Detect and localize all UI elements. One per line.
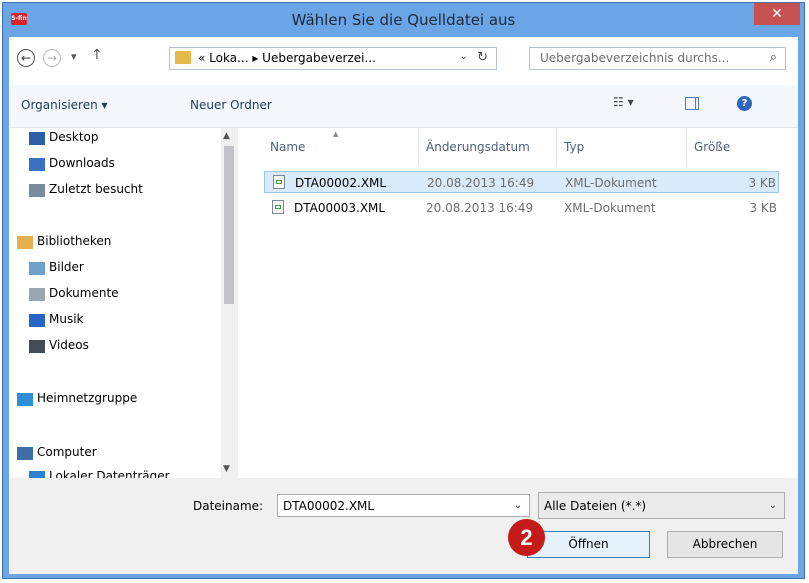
dialog-body: ← → ▾ ↑ « Loka... ▸ Uebergabeverzei... ⌄… — [9, 37, 798, 574]
column-header-type[interactable]: Typ — [564, 140, 584, 154]
sidebar-item-label[interactable]: Bibliotheken — [37, 234, 111, 248]
file-date: 20.08.2013 16:49 — [427, 176, 535, 190]
new-folder-button[interactable]: Neuer Ordner — [190, 98, 272, 112]
file-name: DTA00002.XML — [295, 176, 387, 190]
recent-locations-dropdown[interactable]: ▾ — [71, 50, 77, 63]
column-separator[interactable] — [556, 128, 557, 166]
back-button[interactable]: ← — [17, 49, 35, 67]
file-name: DTA00003.XML — [294, 201, 386, 215]
libraries-icon — [17, 236, 33, 249]
step-number-badge: 2 — [508, 519, 545, 556]
file-type: XML-Dokument — [564, 201, 656, 215]
address-path: « Loka... ▸ Uebergabeverzei... — [198, 51, 376, 65]
videos-icon — [29, 340, 45, 353]
file-name-area: Dateiname: DTA00002.XML ⌄ Alle Dateien (… — [9, 478, 798, 574]
music-icon — [29, 314, 45, 327]
computer-icon — [17, 447, 33, 460]
organize-button[interactable]: Organisieren ▾ — [21, 98, 108, 112]
column-separator[interactable] — [686, 128, 687, 166]
recent-places-icon — [29, 184, 45, 197]
sidebar-item-label[interactable]: Bilder — [49, 260, 84, 274]
homegroup-icon — [17, 393, 33, 406]
open-button[interactable]: Öffnen — [527, 531, 650, 558]
column-separator[interactable] — [418, 128, 419, 166]
file-type-filter[interactable]: Alle Dateien (*.*) ⌄ — [538, 492, 785, 519]
file-type: XML-Dokument — [565, 176, 657, 190]
column-header-name[interactable]: Name — [270, 140, 305, 154]
scrollbar-thumb[interactable] — [224, 146, 234, 304]
title-bar[interactable]: S-fin Wählen Sie die Quelldatei aus ✕ — [3, 3, 804, 36]
column-header-date[interactable]: Änderungsdatum — [426, 140, 530, 154]
address-bar-row: ← → ▾ ↑ « Loka... ▸ Uebergabeverzei... ⌄… — [9, 37, 798, 85]
sidebar-item-label[interactable]: Desktop — [49, 130, 99, 144]
help-icon[interactable]: ? — [737, 96, 752, 111]
sidebar-item-label[interactable]: Musik — [49, 312, 84, 326]
file-date: 20.08.2013 16:49 — [426, 201, 534, 215]
change-view-icon[interactable]: ☷ ▾ — [613, 95, 647, 113]
cancel-button[interactable]: Abbrechen — [667, 531, 783, 558]
address-dropdown-icon[interactable]: ⌄ — [460, 51, 468, 62]
documents-icon — [29, 288, 45, 301]
scroll-up-icon[interactable]: ▲ — [223, 131, 230, 141]
pictures-icon — [29, 262, 45, 275]
file-size: 3 KB — [748, 176, 776, 190]
sidebar-item-label[interactable]: Computer — [37, 445, 97, 459]
file-list: Name ▲ Änderungsdatum Typ Größe DTA00002… — [238, 128, 798, 478]
sidebar-item-label[interactable]: Lokaler Datenträger — [49, 469, 170, 478]
sidebar-item-label[interactable]: Dokumente — [49, 286, 119, 300]
close-button[interactable]: ✕ — [754, 3, 800, 25]
sort-ascending-icon: ▲ — [333, 130, 339, 138]
file-row[interactable]: DTA00002.XML 20.08.2013 16:49 XML-Dokument… — [264, 171, 779, 193]
sidebar-item-label[interactable]: Videos — [49, 338, 89, 352]
folder-icon — [175, 51, 191, 64]
search-icon[interactable]: ⌕ — [770, 50, 777, 65]
up-button[interactable]: ↑ — [91, 47, 103, 63]
filename-value: DTA00002.XML — [283, 499, 375, 513]
column-header-size[interactable]: Größe — [694, 140, 730, 154]
file-size: 3 KB — [749, 201, 777, 215]
navigation-pane: ▲ ▼ Desktop Downloads Zuletzt besucht Bibli… — [9, 128, 237, 479]
xml-file-icon — [273, 175, 285, 189]
refresh-icon[interactable]: ↻ — [477, 50, 488, 65]
forward-button[interactable]: → — [43, 49, 61, 67]
navigation-scrollbar[interactable]: ▲ ▼ — [221, 128, 237, 478]
sidebar-item-label[interactable]: Downloads — [49, 156, 115, 170]
chevron-down-icon[interactable]: ⌄ — [769, 500, 777, 511]
xml-file-icon — [272, 200, 284, 214]
sidebar-item-label[interactable]: Heimnetzgruppe — [37, 391, 137, 405]
preview-pane-icon[interactable] — [685, 97, 699, 110]
file-type-value: Alle Dateien (*.*) — [544, 499, 647, 513]
scroll-down-icon[interactable]: ▼ — [223, 464, 230, 474]
command-bar: Organisieren ▾ Neuer Ordner ☷ ▾ ? — [9, 85, 798, 128]
downloads-icon — [29, 158, 45, 171]
address-field[interactable]: « Loka... ▸ Uebergabeverzei... ⌄ ↻ — [169, 47, 497, 70]
file-row[interactable]: DTA00003.XML 20.08.2013 16:49 XML-Dokument… — [264, 197, 779, 219]
desktop-icon — [29, 132, 45, 145]
filename-label: Dateiname: — [193, 499, 264, 513]
search-input[interactable]: Uebergabeverzeichnis durchs... ⌕ — [529, 47, 786, 70]
sidebar-item-label[interactable]: Zuletzt besucht — [49, 182, 143, 196]
dialog-title: Wählen Sie die Quelldatei aus — [291, 11, 516, 29]
search-placeholder: Uebergabeverzeichnis durchs... — [540, 51, 730, 65]
filename-input[interactable]: DTA00002.XML ⌄ — [277, 494, 530, 517]
file-open-dialog: S-fin Wählen Sie die Quelldatei aus ✕ ← … — [2, 2, 805, 579]
chevron-down-icon[interactable]: ⌄ — [514, 500, 522, 511]
